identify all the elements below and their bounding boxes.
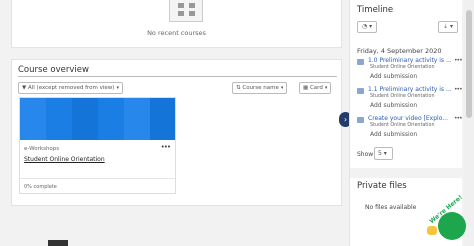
scrollbar[interactable] bbox=[464, 0, 474, 246]
view-dropdown[interactable]: ▦ Card ▾ bbox=[299, 82, 332, 94]
chevron-down-icon: ▾ bbox=[369, 23, 373, 30]
filter-dropdown[interactable]: ▼ All (except removed from view) ▾ bbox=[18, 82, 123, 94]
chat-help-button[interactable] bbox=[438, 212, 466, 240]
event-course: Student Online Orientation bbox=[370, 123, 435, 128]
show-label: Show bbox=[357, 151, 374, 158]
footer-fragment bbox=[48, 240, 68, 246]
no-files-text: No files available bbox=[365, 204, 417, 211]
chevron-down-icon: ▾ bbox=[280, 85, 284, 91]
empty-courses-icon bbox=[169, 0, 203, 22]
sort-dropdown[interactable]: ⇅ Course name ▾ bbox=[232, 82, 288, 94]
divider bbox=[18, 76, 337, 77]
ellipsis-icon[interactable]: ••• bbox=[454, 115, 463, 122]
scrollbar-thumb[interactable] bbox=[466, 10, 472, 118]
no-recent-courses-text: No recent courses bbox=[147, 29, 206, 37]
course-progress: 0% complete bbox=[24, 184, 57, 190]
course-card[interactable]: e-Workshops ••• Student Online Orientati… bbox=[19, 97, 176, 194]
filter-icon: ▼ bbox=[22, 85, 27, 91]
sort-label: Course name bbox=[242, 85, 279, 91]
course-image[interactable] bbox=[20, 98, 175, 140]
chevron-down-icon: ▾ bbox=[383, 150, 387, 157]
timeline-date: Friday, 4 September 2020 bbox=[357, 47, 442, 55]
recent-courses-card: No recent courses bbox=[11, 0, 342, 48]
course-overview-title: Course overview bbox=[18, 65, 89, 75]
grid-icon: ▦ bbox=[303, 85, 309, 91]
sort-icon: ⇣ bbox=[443, 23, 449, 30]
timeline-filter-button[interactable]: ◔ ▾ bbox=[357, 21, 378, 33]
chevron-down-icon: ▾ bbox=[449, 23, 453, 30]
timeline-title: Timeline bbox=[357, 5, 394, 15]
event-title-link[interactable]: 1.0 Preliminary activity is ... bbox=[368, 57, 454, 64]
event-title-link[interactable]: 1.1 Preliminary activity is ... bbox=[368, 86, 454, 93]
filter-label: All (except removed from view) bbox=[27, 85, 115, 91]
private-files-title: Private files bbox=[357, 181, 407, 191]
divider bbox=[20, 178, 175, 179]
course-overview-card: Course overview ▼ All (except removed fr… bbox=[11, 59, 342, 206]
assignment-icon bbox=[357, 88, 364, 94]
show-count-select[interactable]: 5 ▾ bbox=[374, 147, 393, 160]
waving-hand-icon bbox=[427, 226, 437, 235]
assignment-icon bbox=[357, 59, 364, 65]
add-submission-link[interactable]: Add submission bbox=[370, 131, 417, 138]
event-course: Student Online Orientation bbox=[370, 65, 435, 70]
event-course: Student Online Orientation bbox=[370, 94, 435, 99]
timeline-sort-button[interactable]: ⇣ ▾ bbox=[438, 21, 458, 33]
chevron-down-icon: ▾ bbox=[324, 85, 328, 91]
ellipsis-icon[interactable]: ••• bbox=[161, 143, 171, 151]
clock-icon: ◔ bbox=[362, 23, 368, 30]
sort-icon: ⇅ bbox=[236, 85, 241, 91]
view-label: Card bbox=[309, 85, 323, 91]
course-name-link[interactable]: Student Online Orientation bbox=[24, 156, 105, 163]
add-submission-link[interactable]: Add submission bbox=[370, 73, 417, 80]
ellipsis-icon[interactable]: ••• bbox=[454, 86, 463, 93]
assignment-icon bbox=[357, 117, 364, 123]
show-count-value: 5 bbox=[378, 150, 382, 157]
ellipsis-icon[interactable]: ••• bbox=[454, 57, 463, 64]
chevron-down-icon: ▾ bbox=[116, 85, 119, 91]
course-category: e-Workshops bbox=[24, 146, 60, 152]
event-title-link[interactable]: Create your video [Explo... bbox=[368, 115, 454, 122]
add-submission-link[interactable]: Add submission bbox=[370, 102, 417, 109]
block-divider bbox=[350, 168, 463, 178]
